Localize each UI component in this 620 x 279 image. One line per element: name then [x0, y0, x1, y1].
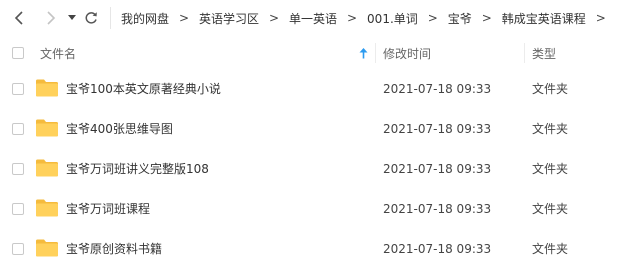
breadcrumb-separator: > [427, 11, 438, 25]
file-row[interactable]: 宝爷原创资料书籍 2021-07-18 09:33 文件夹 [0, 229, 620, 269]
breadcrumb-item-course[interactable]: 韩成宝英语课程 [500, 10, 588, 27]
file-row[interactable]: 宝爷100本英文原著经典小说 2021-07-18 09:33 文件夹 [0, 69, 620, 109]
breadcrumb-item-vocabulary[interactable]: 001.单词 [365, 10, 420, 27]
breadcrumb-item-english-study[interactable]: 英语学习区 [197, 10, 261, 27]
breadcrumb-separator: > [595, 11, 606, 25]
file-row[interactable]: 宝爷万词班讲义完整版108 2021-07-18 09:33 文件夹 [0, 149, 620, 189]
refresh-icon [85, 12, 97, 24]
chevron-left-icon [14, 11, 23, 25]
caret-down-icon [68, 15, 76, 20]
folder-icon [36, 199, 58, 217]
file-name-link[interactable]: 宝爷万词班课程 [66, 189, 150, 229]
row-checkbox[interactable] [12, 123, 24, 135]
breadcrumb-item-single-english[interactable]: 单一英语 [287, 10, 339, 27]
history-dropdown[interactable] [66, 6, 78, 30]
file-list-header: 文件名 修改时间 类型 [0, 36, 620, 70]
file-modified-time: 2021-07-18 09:33 [383, 82, 492, 96]
breadcrumb-item-baoye[interactable]: 宝爷 [446, 10, 474, 27]
back-button[interactable] [8, 6, 30, 30]
folder-icon [36, 119, 58, 137]
file-type: 文件夹 [532, 82, 569, 96]
row-checkbox[interactable] [12, 83, 24, 95]
breadcrumb-separator: > [178, 11, 190, 25]
column-header-name[interactable]: 文件名 [40, 36, 76, 70]
file-name-link[interactable]: 宝爷100本英文原著经典小说 [66, 69, 221, 109]
file-type: 文件夹 [532, 242, 569, 256]
arrow-up-icon [359, 47, 368, 58]
file-type: 文件夹 [532, 202, 569, 216]
folder-icon [36, 159, 58, 177]
file-name-link[interactable]: 宝爷万词班讲义完整版108 [66, 149, 209, 189]
select-all-checkbox[interactable] [12, 47, 24, 59]
chevron-right-icon [47, 11, 56, 25]
file-modified-time: 2021-07-18 09:33 [383, 242, 492, 256]
file-name-link[interactable]: 宝爷400张思维导图 [66, 109, 173, 149]
file-name-link[interactable]: 宝爷原创资料书籍 [66, 229, 162, 269]
forward-button[interactable] [40, 6, 62, 30]
toolbar: 我的网盘 > 英语学习区 > 单一英语 > 001.单词 > 宝爷 > 韩成宝英… [0, 0, 620, 36]
row-checkbox[interactable] [12, 203, 24, 215]
toolbar-divider [110, 7, 111, 29]
column-divider [375, 43, 376, 63]
file-modified-time: 2021-07-18 09:33 [383, 202, 492, 216]
file-modified-time: 2021-07-18 09:33 [383, 122, 492, 136]
breadcrumb-separator: > [481, 11, 492, 25]
folder-icon [36, 239, 58, 257]
column-divider [524, 43, 525, 63]
breadcrumb-separator: > [269, 11, 280, 25]
file-modified-time: 2021-07-18 09:33 [383, 162, 492, 176]
file-row[interactable]: 宝爷万词班课程 2021-07-18 09:33 文件夹 [0, 189, 620, 229]
column-header-type[interactable]: 类型 [532, 36, 556, 70]
breadcrumb-separator: > [347, 11, 358, 25]
refresh-button[interactable] [82, 6, 100, 30]
folder-icon [36, 79, 58, 97]
sort-ascending-button[interactable] [359, 36, 368, 70]
file-type: 文件夹 [532, 122, 569, 136]
file-row[interactable]: 宝爷400张思维导图 2021-07-18 09:33 文件夹 [0, 109, 620, 149]
row-checkbox[interactable] [12, 243, 24, 255]
breadcrumb-item-my-drive[interactable]: 我的网盘 [119, 10, 171, 27]
column-header-modified[interactable]: 修改时间 [383, 36, 431, 70]
file-type: 文件夹 [532, 162, 569, 176]
row-checkbox[interactable] [12, 163, 24, 175]
breadcrumb: 我的网盘 > 英语学习区 > 单一英语 > 001.单词 > 宝爷 > 韩成宝英… [119, 10, 614, 27]
